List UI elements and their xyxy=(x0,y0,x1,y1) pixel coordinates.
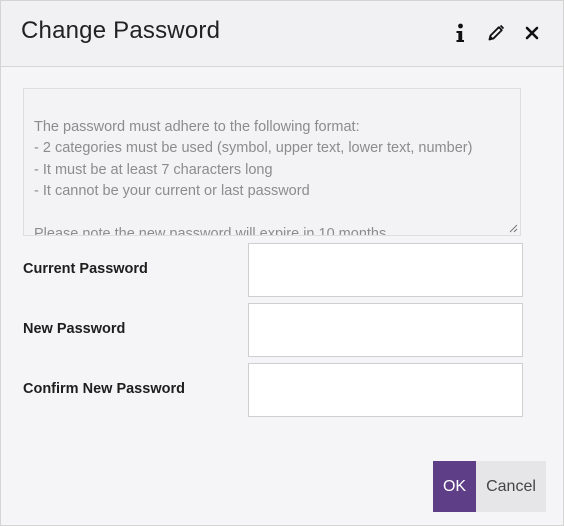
dialog-footer: OK Cancel xyxy=(433,461,546,512)
current-password-label: Current Password xyxy=(23,261,148,277)
confirm-password-label: Confirm New Password xyxy=(23,381,185,397)
resize-grip-icon[interactable] xyxy=(508,223,518,233)
dialog-title: Change Password xyxy=(21,17,221,44)
confirm-password-input[interactable] xyxy=(248,363,523,417)
confirm-password-row: Confirm New Password xyxy=(23,363,523,417)
new-password-row: New Password xyxy=(23,303,523,357)
current-password-row: Current Password xyxy=(23,243,523,297)
close-icon[interactable] xyxy=(523,21,541,45)
change-password-dialog: Change Password The password must adhere… xyxy=(0,0,564,526)
ok-button[interactable]: OK xyxy=(433,461,476,512)
password-requirements-textarea[interactable]: The password must adhere to the followin… xyxy=(23,88,521,236)
password-requirements-text: The password must adhere to the followin… xyxy=(34,118,473,236)
header-actions xyxy=(451,21,541,45)
new-password-input[interactable] xyxy=(248,303,523,357)
info-icon[interactable] xyxy=(451,21,469,45)
pencil-icon[interactable] xyxy=(487,21,505,45)
dialog-header: Change Password xyxy=(1,1,563,67)
current-password-input[interactable] xyxy=(248,243,523,297)
new-password-label: New Password xyxy=(23,321,126,337)
cancel-button[interactable]: Cancel xyxy=(476,461,546,512)
